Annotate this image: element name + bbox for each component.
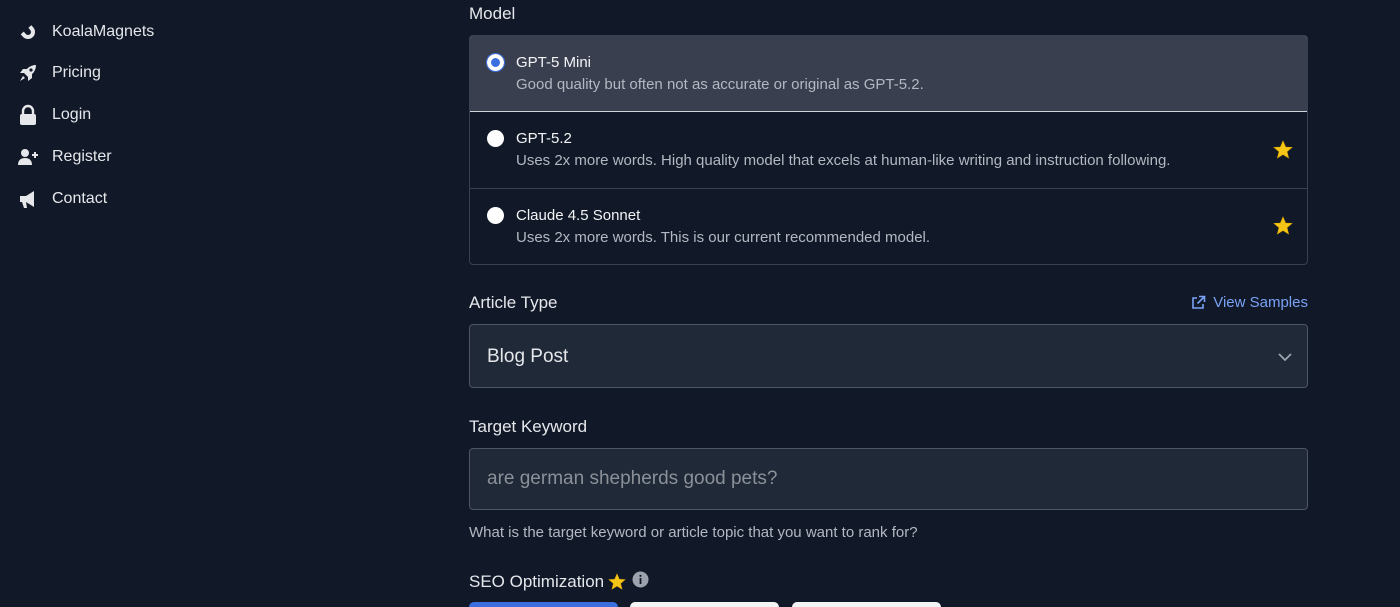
view-samples-label: View Samples [1213,294,1308,311]
chevron-down-icon [1277,349,1293,370]
seo-optimization-row: SEO Optimization [469,571,649,593]
sidebar-item-register[interactable]: Register [17,143,112,171]
target-keyword-help: What is the target keyword or article to… [469,524,918,541]
model-option-desc: Uses 2x more words. High quality model t… [516,152,1171,169]
magnet-icon [17,21,39,43]
model-option-title: GPT-5.2 [516,130,572,147]
article-type-value: Blog Post [487,346,569,367]
view-samples-link[interactable]: View Samples [1191,294,1308,311]
model-option-gpt-5-mini[interactable]: GPT-5 Mini Good quality but often not as… [470,36,1307,112]
model-option-gpt-5-2[interactable]: GPT-5.2 Uses 2x more words. High quality… [470,112,1307,188]
lock-icon [17,104,39,126]
model-radio-group: GPT-5 Mini Good quality but often not as… [469,35,1308,265]
seo-optimization-label: SEO Optimization [469,572,605,591]
model-option-desc: Uses 2x more words. This is our current … [516,229,931,246]
sidebar-item-koalamagnets[interactable]: KoalaMagnets [17,18,154,46]
model-option-desc: Good quality but often not as accurate o… [516,76,924,93]
model-option-title: GPT-5 Mini [516,54,592,71]
info-icon[interactable] [632,571,649,593]
sidebar-item-label: KoalaMagnets [52,23,155,40]
model-label: Model [469,4,516,23]
user-plus-icon [17,146,39,168]
sidebar-item-login[interactable]: Login [17,101,91,129]
cut-off-nav-item [17,0,57,2]
sidebar-item-label: Pricing [52,64,101,81]
model-option-title: Claude 4.5 Sonnet [516,207,641,224]
rocket-icon [17,62,39,84]
sidebar-item-pricing[interactable]: Pricing [17,59,101,87]
sidebar-item-contact[interactable]: Contact [17,185,107,213]
model-option-claude-4-5-sonnet[interactable]: Claude 4.5 Sonnet Uses 2x more words. Th… [470,189,1307,264]
star-icon [1273,216,1293,236]
external-link-icon [1192,295,1206,309]
megaphone-icon [17,188,39,210]
target-keyword-input[interactable] [469,448,1308,510]
seo-option-button-selected[interactable] [469,602,618,607]
sidebar-item-label: Contact [52,190,108,207]
star-icon [608,573,626,591]
article-type-label: Article Type [469,293,558,312]
article-type-select[interactable]: Blog Post [469,324,1308,388]
star-icon [1273,140,1293,160]
sidebar-item-label: Register [52,148,112,165]
radio-unselected[interactable] [487,207,504,224]
seo-option-button[interactable] [630,602,779,607]
sidebar: KoalaMagnets Pricing Login Register Cont… [0,0,300,607]
radio-selected[interactable] [486,53,505,72]
sidebar-item-label: Login [52,106,92,123]
radio-unselected[interactable] [487,130,504,147]
target-keyword-label: Target Keyword [469,417,588,436]
seo-option-button[interactable] [792,602,941,607]
